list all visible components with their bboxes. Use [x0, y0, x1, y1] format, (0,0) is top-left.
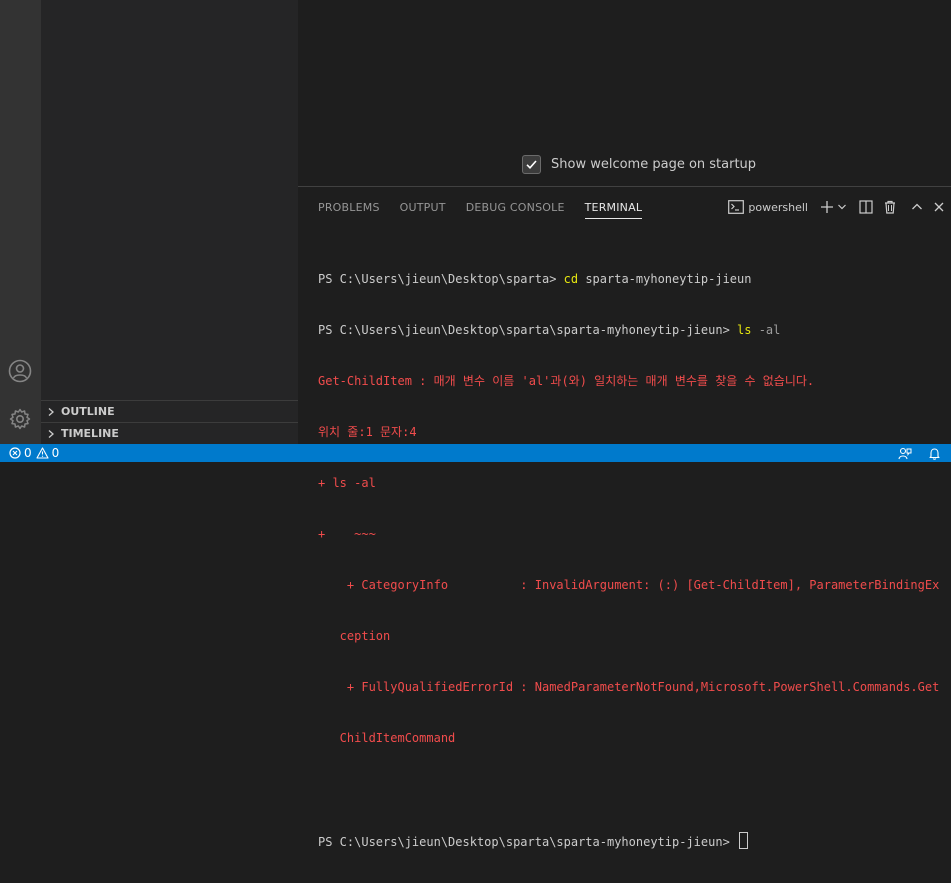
checkmark-icon: [526, 160, 537, 169]
chevron-down-icon: [838, 204, 846, 210]
bell-icon: [929, 447, 940, 460]
chevron-right-icon: [41, 429, 61, 439]
terminal-error-line: ception: [318, 629, 391, 643]
sidebar: OUTLINE TIMELINE: [41, 0, 298, 444]
warning-count: 0: [51, 446, 60, 460]
status-bar-right: [889, 444, 941, 462]
close-panel-button[interactable]: [933, 196, 945, 218]
split-terminal-button[interactable]: [859, 196, 873, 218]
live-share-button[interactable]: [898, 447, 912, 460]
terminal-error-line: + ls -al: [318, 476, 376, 490]
bottom-panel: PROBLEMS OUTPUT DEBUG CONSOLE TERMINAL p…: [298, 186, 951, 849]
outline-section-label: OUTLINE: [61, 405, 115, 418]
terminal-prompt: PS C:\Users\jieun\Desktop\sparta>: [318, 272, 564, 286]
chevron-up-icon: [912, 203, 922, 210]
plus-icon: [821, 201, 833, 213]
problems-status[interactable]: 0 0: [9, 446, 59, 460]
welcome-startup-option: Show welcome page on startup: [522, 155, 756, 174]
notifications-button[interactable]: [928, 447, 941, 460]
terminal-command: cd: [563, 272, 579, 286]
terminal-error-line: Get-ChildItem : 매개 변수 이름 'al'과(와) 일치하는 매…: [318, 374, 815, 388]
terminal-command-arg: -al: [751, 323, 781, 337]
terminal-error-line: + FullyQualifiedErrorId : NamedParameter…: [318, 680, 940, 694]
kill-terminal-button[interactable]: [883, 196, 897, 218]
error-icon: [9, 447, 21, 459]
tab-terminal[interactable]: TERMINAL: [575, 187, 653, 227]
editor-area: Show welcome page on startup: [298, 0, 951, 186]
panel-actions: powershell: [722, 187, 945, 227]
activity-bar: [0, 0, 41, 444]
terminal-output[interactable]: PS C:\Users\jieun\Desktop\sparta> cd spa…: [318, 237, 951, 883]
terminal-icon: [728, 200, 745, 214]
terminal-error-line: 위치 줄:1 문자:4: [318, 425, 417, 439]
new-terminal-button[interactable]: [820, 196, 834, 218]
terminal-error-line: + ~~~: [318, 527, 376, 541]
timeline-section-label: TIMELINE: [61, 427, 119, 440]
warning-icon: [36, 447, 49, 459]
terminal-error-line: ChildItemCommand: [318, 731, 456, 745]
close-icon: [934, 202, 944, 212]
timeline-section-header[interactable]: TIMELINE: [41, 422, 298, 444]
outline-section-header[interactable]: OUTLINE: [41, 400, 298, 422]
terminal-prompt: PS C:\Users\jieun\Desktop\sparta\sparta-…: [318, 323, 738, 337]
launch-profile-dropdown[interactable]: [837, 196, 847, 218]
terminal-cursor: [739, 832, 749, 849]
trash-icon: [885, 200, 895, 214]
shell-name-label: powershell: [748, 200, 808, 214]
show-welcome-label: Show welcome page on startup: [551, 157, 757, 172]
tab-debug-console[interactable]: DEBUG CONSOLE: [456, 187, 575, 227]
error-count: 0: [24, 446, 32, 460]
split-icon: [859, 200, 873, 214]
terminal-command-arg: sparta-myhoneytip-jieun: [578, 272, 752, 286]
tab-problems[interactable]: PROBLEMS: [308, 187, 390, 227]
terminal-shell-selector[interactable]: powershell: [728, 196, 808, 218]
feedback-person-icon: [898, 447, 912, 459]
panel-tabs: PROBLEMS OUTPUT DEBUG CONSOLE TERMINAL: [308, 187, 652, 227]
tab-output[interactable]: OUTPUT: [390, 187, 456, 227]
account-icon[interactable]: [6, 357, 34, 385]
chevron-right-icon: [41, 407, 61, 417]
manage-gear-icon[interactable]: [6, 405, 34, 433]
status-bar: 0 0: [0, 444, 951, 462]
maximize-panel-button[interactable]: [911, 196, 923, 218]
terminal-error-line: + CategoryInfo : InvalidArgument: (:) [G…: [318, 578, 940, 592]
show-welcome-checkbox[interactable]: [522, 155, 541, 174]
terminal-prompt: PS C:\Users\jieun\Desktop\sparta\sparta-…: [318, 835, 738, 849]
terminal-command: ls: [737, 323, 752, 337]
